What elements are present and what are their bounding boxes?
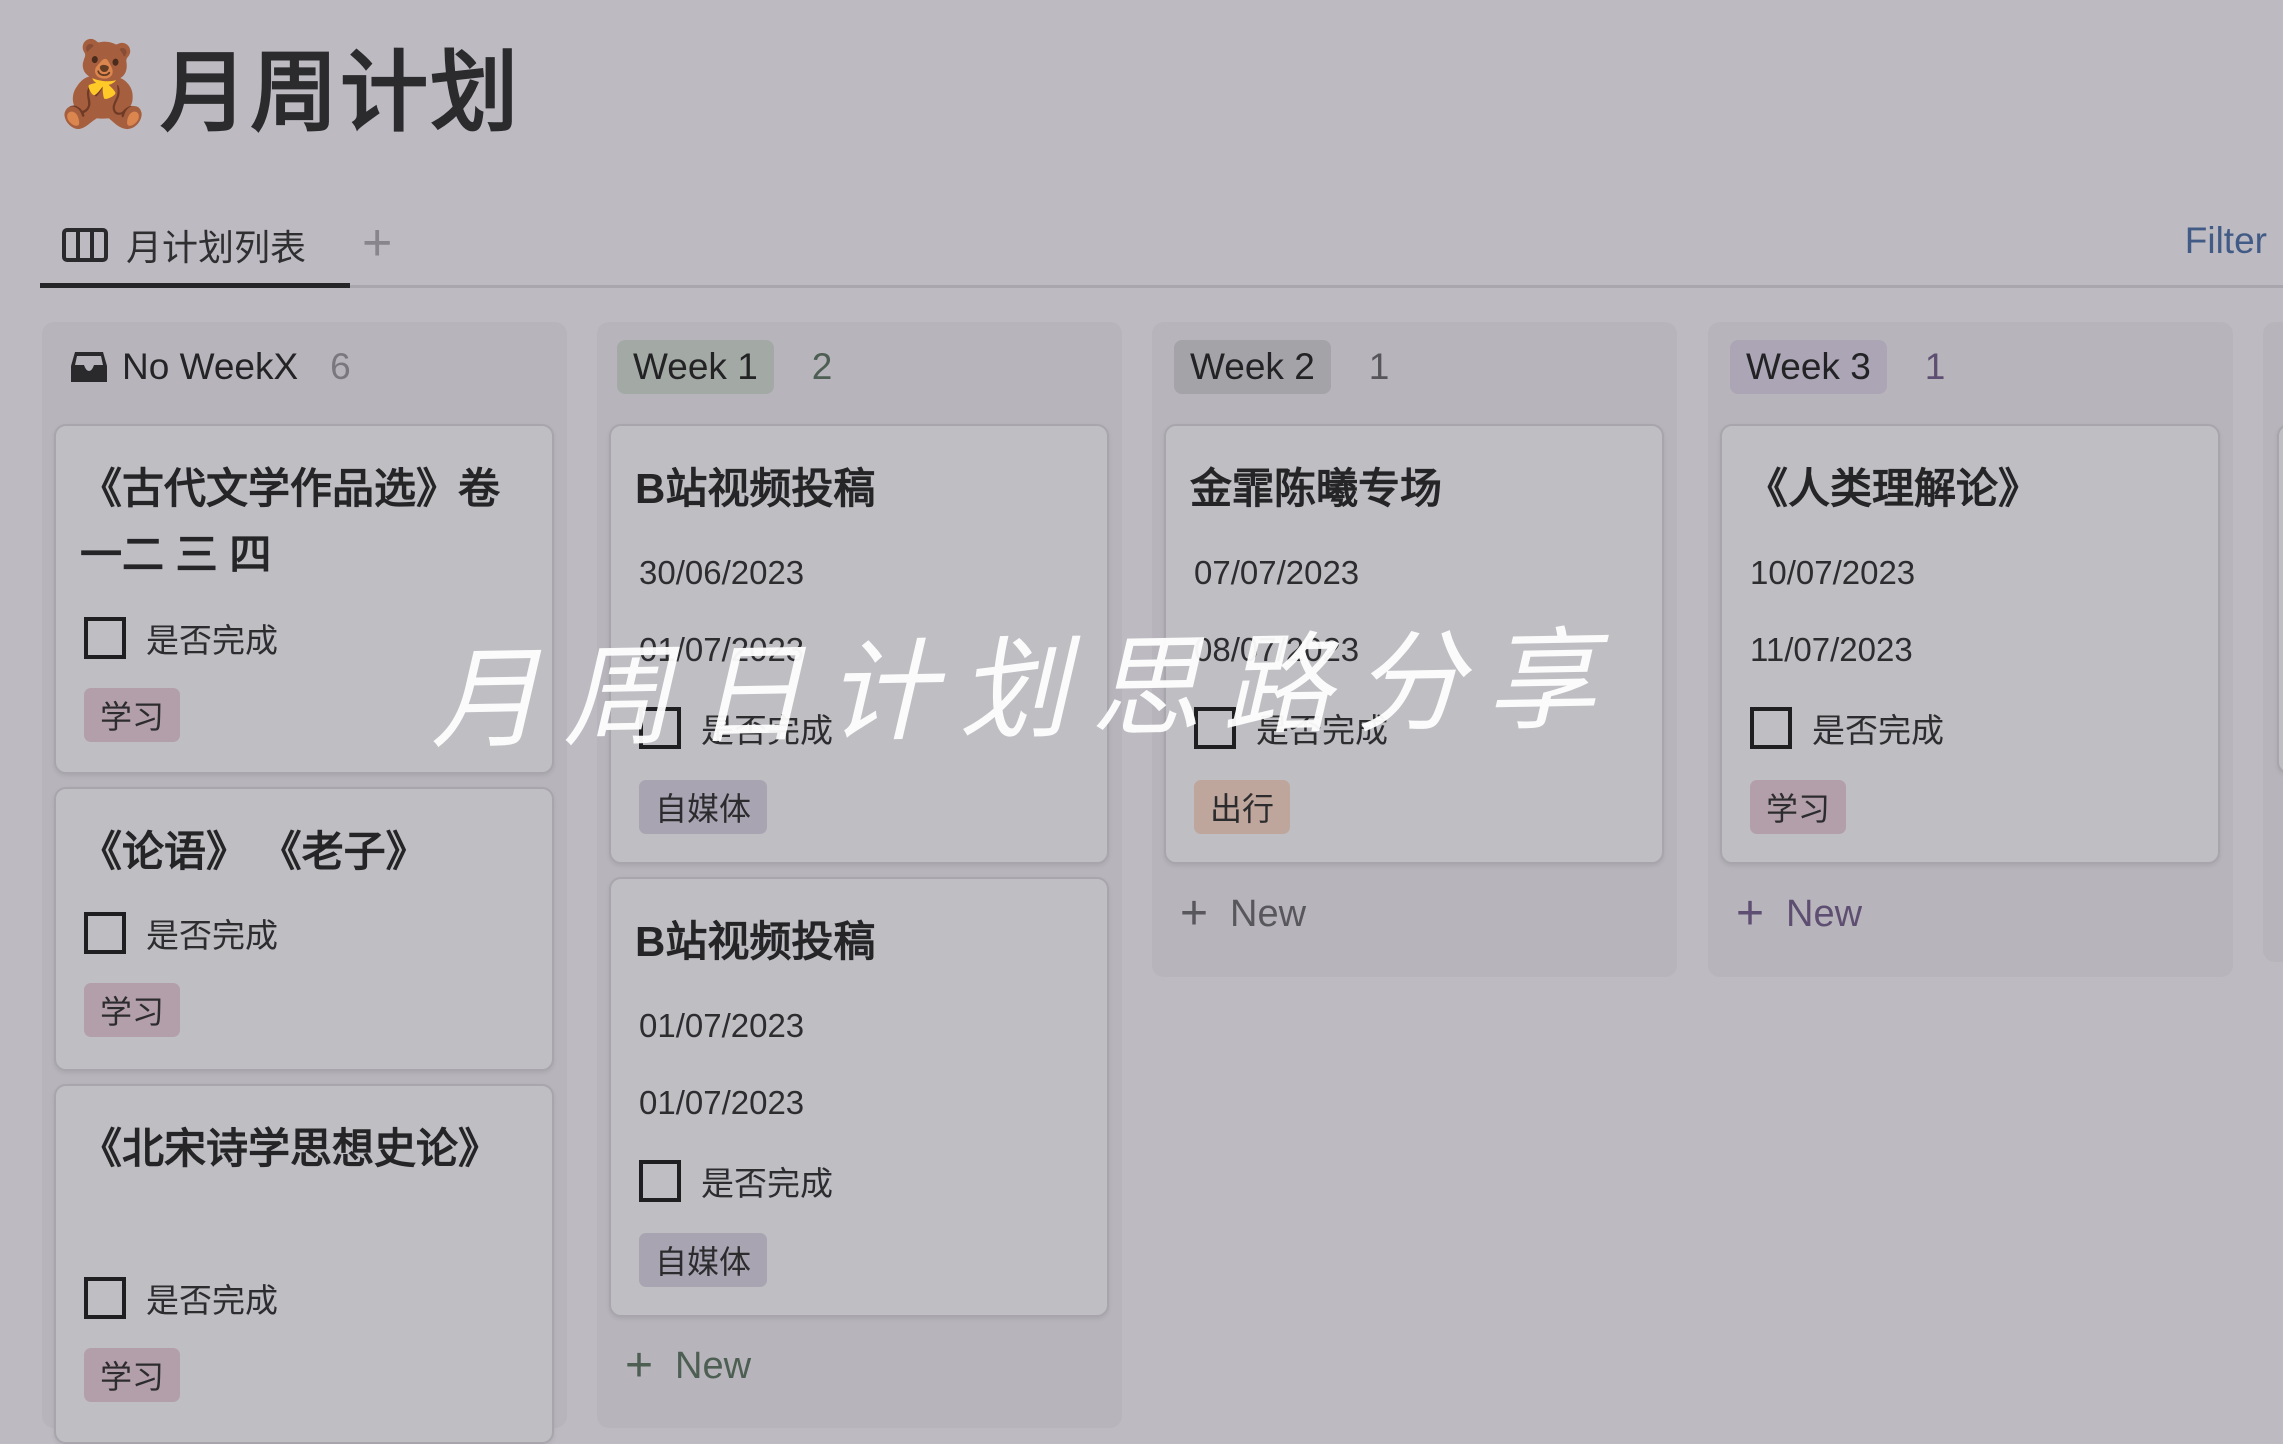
done-checkbox-row[interactable]: 是否完成 [84,1274,278,1322]
checkbox-label: 是否完成 [701,712,833,749]
board-column-no-week: No WeekX 6 《古代文学作品选》卷一二 三 四 是否完成 学习 《论语》… [42,322,567,1444]
card-title: B站视频投稿 [635,465,876,512]
inbox-icon [71,352,107,382]
done-checkbox[interactable] [639,1160,681,1202]
column-count: 1 [1924,346,1946,387]
card[interactable]: 《古代文学作品选》卷一二 三 四 是否完成 学习 [54,424,554,774]
column-header[interactable]: Week 3 1 [1708,322,2233,412]
done-checkbox[interactable] [1750,707,1792,749]
checkbox-label: 是否完成 [701,1165,833,1202]
tag: 自媒体 [639,780,768,834]
column-title: Week 2 [1174,340,1331,394]
column-header[interactable]: Week 2 1 [1152,322,1677,412]
column-title: Week 3 [1730,340,1887,394]
filter-button[interactable]: Filter [2185,211,2267,271]
checkbox-label: 是否完成 [1256,712,1388,749]
add-view-button[interactable]: + [362,213,392,273]
board-columns-icon [62,228,108,262]
card-title: 《古代文学作品选》卷一二 三 四 [80,465,501,578]
done-checkbox-row[interactable]: 是否完成 [639,1157,833,1205]
column-count: 1 [1368,346,1390,387]
done-checkbox-row[interactable]: 是否完成 [1194,704,1388,752]
card[interactable]: 《论语》 《老子》 是否完成 学习 [54,787,554,1071]
new-card-button[interactable]: + New [625,1342,751,1390]
card[interactable]: 《北宋诗学思想史论》 是否完成 学习 [54,1084,554,1444]
done-checkbox[interactable] [1194,707,1236,749]
column-header[interactable]: No WeekX 6 [42,322,567,412]
plus-icon: + [1736,887,1765,940]
card[interactable]: B站视频投稿 30/06/2023 01/07/2023 是否完成 自媒体 [609,424,1109,864]
end-date: 08/07/2023 [1194,631,1360,668]
new-card-button[interactable]: + New [1736,890,1862,938]
card-title: 金霏陈曦专场 [1190,465,1443,512]
new-label: New [675,1344,752,1387]
tab-label: 月计划列表 [126,227,307,268]
card[interactable] [2277,424,2283,774]
board-column-partial [2263,322,2283,962]
end-date: 01/07/2023 [639,631,805,668]
teddy-bear-icon: 🧸 [52,39,155,130]
board-column-week-2: Week 2 1 金霏陈曦专场 07/07/2023 08/07/2023 是否… [1152,322,1677,977]
tag: 学习 [84,1348,181,1402]
plus-icon: + [625,1339,654,1392]
done-checkbox[interactable] [84,617,126,659]
column-header[interactable]: Week 1 2 [597,322,1122,412]
board-column-week-3: Week 3 1 《人类理解论》 10/07/2023 11/07/2023 是… [1708,322,2233,977]
start-date: 01/07/2023 [639,1007,805,1044]
start-date: 07/07/2023 [1194,554,1360,591]
end-date: 11/07/2023 [1750,631,1913,668]
done-checkbox[interactable] [84,1277,126,1319]
checkbox-label: 是否完成 [146,1282,278,1319]
column-title: No WeekX [122,346,299,387]
card-title: 《北宋诗学思想史论》 [80,1125,501,1172]
new-card-button[interactable]: + New [1180,890,1306,938]
new-label: New [1230,892,1307,935]
tag: 学习 [1750,780,1847,834]
card-title: 《论语》 《老子》 [80,828,428,875]
start-date: 10/07/2023 [1750,554,1916,591]
tag: 学习 [84,688,181,742]
done-checkbox-row[interactable]: 是否完成 [639,704,833,752]
column-count: 6 [330,346,351,387]
tab-monthly-plan-list[interactable]: 月计划列表 [40,205,350,288]
done-checkbox[interactable] [84,912,126,954]
checkbox-label: 是否完成 [146,622,278,659]
card[interactable]: 《人类理解论》 10/07/2023 11/07/2023 是否完成 学习 [1720,424,2220,864]
new-label: New [1786,892,1863,935]
board-column-week-1: Week 1 2 B站视频投稿 30/06/2023 01/07/2023 是否… [597,322,1122,1428]
tag: 出行 [1194,780,1291,834]
card[interactable]: 金霏陈曦专场 07/07/2023 08/07/2023 是否完成 出行 [1164,424,1664,864]
page-title: 🧸 月周计划 [52,30,520,142]
view-tabs: 月计划列表 + Filter [40,205,2283,288]
start-date: 30/06/2023 [639,554,805,591]
page-title-text: 月周计划 [160,42,521,142]
done-checkbox-row[interactable]: 是否完成 [1750,704,1944,752]
card-title: 《人类理解论》 [1746,465,2041,512]
active-tab-indicator [40,283,350,288]
done-checkbox[interactable] [639,707,681,749]
done-checkbox-row[interactable]: 是否完成 [84,909,278,957]
tag: 学习 [84,983,181,1037]
tag: 自媒体 [639,1233,768,1287]
card-title: B站视频投稿 [635,918,876,965]
done-checkbox-row[interactable]: 是否完成 [84,614,278,662]
plus-icon: + [1180,887,1209,940]
column-count: 2 [811,346,833,387]
column-title: Week 1 [617,340,774,394]
checkbox-label: 是否完成 [146,917,278,954]
card[interactable]: B站视频投稿 01/07/2023 01/07/2023 是否完成 自媒体 [609,877,1109,1317]
end-date: 01/07/2023 [639,1084,805,1121]
checkbox-label: 是否完成 [1812,712,1944,749]
